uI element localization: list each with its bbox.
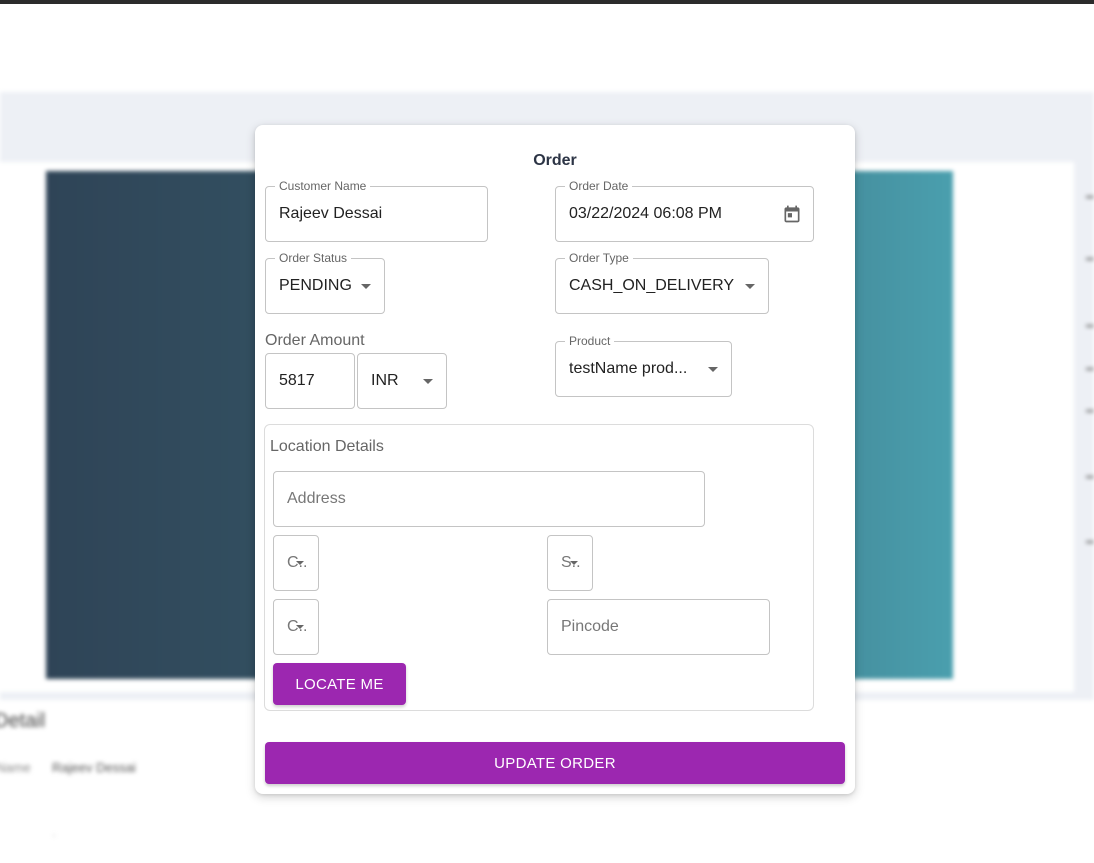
- background-side-mark: [1086, 541, 1094, 543]
- order-date-value: 03/22/2024 06:08 PM: [569, 205, 723, 222]
- order-amount-value: 5817: [279, 372, 315, 389]
- country-select[interactable]: C..: [273, 599, 319, 655]
- order-type-value: CASH_ON_DELIVERY: [569, 277, 735, 294]
- chevron-down-icon: [423, 379, 433, 384]
- currency-select[interactable]: INR: [357, 353, 447, 409]
- city-select[interactable]: C..: [273, 535, 319, 591]
- state-select[interactable]: S..: [547, 535, 593, 591]
- background-side-mark: [1086, 368, 1094, 370]
- background-title: Detail: [0, 710, 46, 732]
- chevron-down-icon: [296, 561, 304, 565]
- order-amount-input[interactable]: 5817: [265, 353, 355, 409]
- pincode-input[interactable]: Pincode: [547, 599, 770, 655]
- chevron-down-icon: [570, 561, 578, 565]
- currency-value: INR: [371, 372, 399, 389]
- location-details-section: Location Details Address C.. S.. C.. Pin…: [264, 424, 814, 711]
- background-side-mark: [1086, 410, 1094, 412]
- customer-name-field[interactable]: Customer Name Rajeev Dessai: [265, 179, 488, 242]
- calendar-icon[interactable]: [782, 204, 802, 224]
- product-value: testName prod...: [569, 360, 688, 377]
- chevron-down-icon: [361, 284, 371, 289]
- background-dot: ·: [52, 828, 56, 842]
- order-amount-label: Order Amount: [265, 332, 365, 349]
- background-side-mark: [1086, 258, 1094, 260]
- background-side-mark: [1086, 476, 1094, 478]
- order-type-select[interactable]: Order Type CASH_ON_DELIVERY: [555, 251, 769, 314]
- product-select[interactable]: Product testName prod...: [555, 334, 732, 397]
- customer-name-value: Rajeev Dessai: [279, 205, 383, 222]
- order-status-select[interactable]: Order Status PENDING: [265, 251, 385, 314]
- locate-me-button[interactable]: LOCATE ME: [273, 663, 406, 705]
- top-bar: [0, 0, 1094, 4]
- dialog-title: Order: [533, 152, 577, 169]
- location-details-title: Location Details: [270, 438, 384, 455]
- background-side-mark: [1086, 325, 1094, 327]
- order-date-field[interactable]: Order Date 03/22/2024 06:08 PM: [555, 179, 814, 242]
- order-status-value: PENDING: [279, 277, 352, 294]
- background-side-mark: [1086, 196, 1094, 198]
- address-input[interactable]: Address: [273, 471, 705, 527]
- background-name-value: Rajeev Dessai: [52, 760, 136, 775]
- chevron-down-icon: [708, 367, 718, 372]
- chevron-down-icon: [296, 625, 304, 629]
- background-name-label: Name: [0, 760, 31, 775]
- order-dialog: Order Customer Name Rajeev Dessai Order …: [255, 125, 855, 794]
- update-order-button[interactable]: UPDATE ORDER: [265, 742, 845, 784]
- address-placeholder: Address: [287, 490, 346, 507]
- pincode-placeholder: Pincode: [561, 618, 619, 635]
- chevron-down-icon: [745, 284, 755, 289]
